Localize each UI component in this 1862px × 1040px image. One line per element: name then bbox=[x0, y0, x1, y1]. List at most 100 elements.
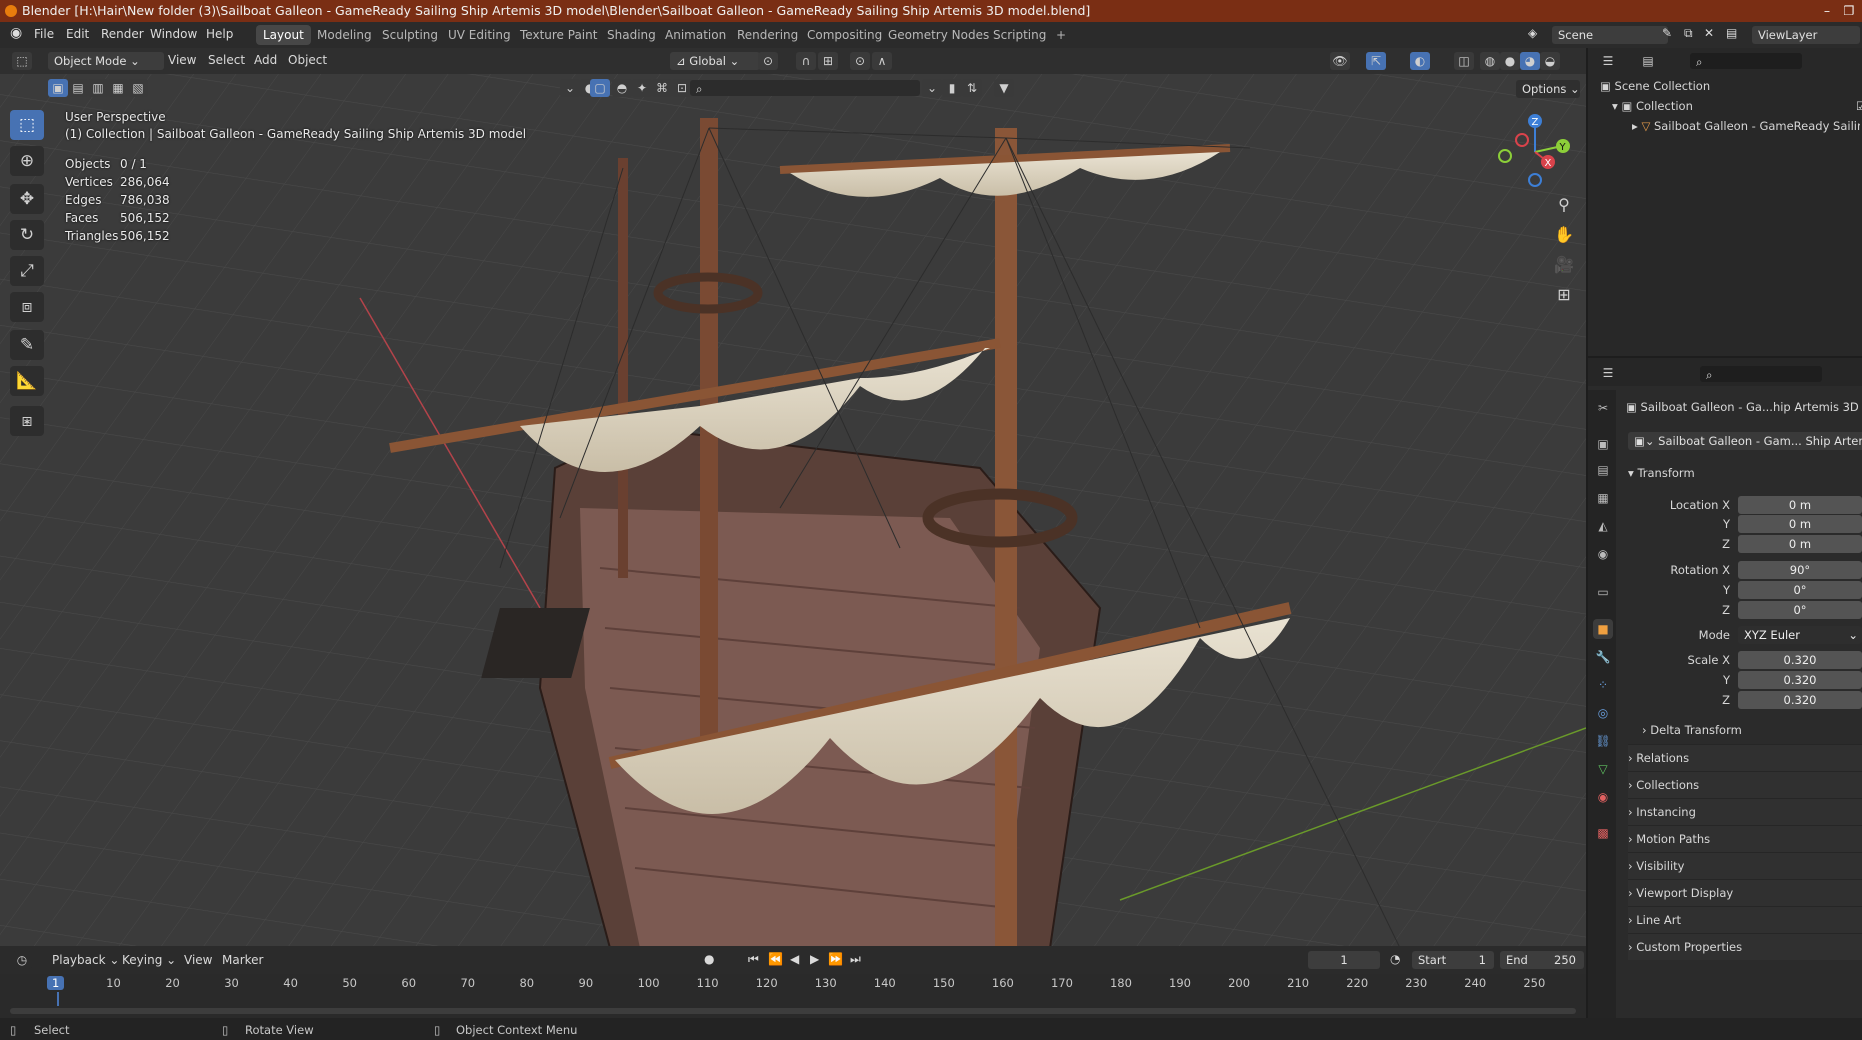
scale-x-field[interactable]: 0.320 bbox=[1738, 651, 1862, 669]
object-tab-icon[interactable]: ■ bbox=[1593, 619, 1613, 639]
select-mode-extend-icon[interactable]: ▤ bbox=[68, 79, 88, 97]
end-frame-field[interactable]: End 250 bbox=[1500, 951, 1584, 969]
blender-menu-icon[interactable]: ◉ bbox=[10, 25, 22, 41]
relations-section[interactable]: › Relations bbox=[1628, 744, 1862, 771]
data-tab-icon[interactable]: ▽ bbox=[1593, 759, 1613, 779]
material-shading-icon[interactable]: ◕ bbox=[1520, 52, 1540, 70]
view-layer-field[interactable]: ViewLayer bbox=[1752, 26, 1860, 44]
scene-field[interactable]: Scene bbox=[1552, 26, 1668, 44]
jump-end-icon[interactable]: ⏭ bbox=[850, 952, 861, 967]
jump-start-icon[interactable]: ⏮ bbox=[748, 952, 759, 967]
properties-search-input[interactable]: ⌕ bbox=[1700, 366, 1822, 382]
collection-tab-icon[interactable]: ▭ bbox=[1593, 582, 1613, 602]
xray-icon[interactable]: ◫ bbox=[1454, 52, 1474, 70]
outliner-row-object[interactable]: ▸ ▽ Sailboat Galleon - GameReady Sailin bbox=[1632, 116, 1860, 136]
menu-view[interactable]: View bbox=[168, 53, 196, 67]
menu-window[interactable]: Window bbox=[150, 27, 197, 41]
add-cube-tool-icon[interactable]: ⧆ bbox=[10, 406, 44, 436]
annotate-tool-icon[interactable]: ✎ bbox=[10, 330, 44, 360]
menu-timeline-view[interactable]: View bbox=[184, 953, 212, 967]
expand-chevron-icon[interactable]: ▸ bbox=[1632, 119, 1638, 133]
scale-tool-icon[interactable]: ⤢ bbox=[10, 256, 44, 286]
menu-marker[interactable]: Marker bbox=[222, 953, 263, 967]
modifier-tab-icon[interactable]: 🔧 bbox=[1593, 647, 1613, 667]
menu-help[interactable]: Help bbox=[206, 27, 233, 41]
scale-y-field[interactable]: 0.320 bbox=[1738, 671, 1862, 689]
start-frame-field[interactable]: Start 1 bbox=[1412, 951, 1494, 969]
3d-viewport[interactable] bbox=[0, 48, 1586, 946]
add-workspace-button[interactable]: + bbox=[1049, 25, 1073, 45]
select-mode-subtract-icon[interactable]: ▥ bbox=[88, 79, 108, 97]
tool-tab-icon[interactable]: ✂ bbox=[1593, 398, 1613, 418]
delta-transform-section[interactable]: › Delta Transform bbox=[1642, 717, 1862, 743]
output-tab-icon[interactable]: ▤ bbox=[1593, 460, 1613, 480]
menu-select[interactable]: Select bbox=[208, 53, 245, 67]
outliner-row-collection[interactable]: ▾ ▣ Collection bbox=[1612, 96, 1862, 116]
custom-properties-section[interactable]: › Custom Properties bbox=[1628, 933, 1862, 960]
falloff-icon[interactable]: ∧ bbox=[872, 52, 892, 70]
minimize-icon[interactable]: – bbox=[1818, 0, 1836, 22]
select-mode-intersect-icon[interactable]: ▧ bbox=[128, 79, 148, 97]
editor-type-icon[interactable]: ⬚ bbox=[12, 52, 32, 70]
timeline-current-frame-marker[interactable]: 1 bbox=[47, 976, 65, 990]
select-mode-invert-icon[interactable]: ▦ bbox=[108, 79, 128, 97]
mode-dropdown[interactable]: Object Mode ⌄ bbox=[48, 52, 164, 70]
tab-shading[interactable]: Shading bbox=[600, 25, 663, 45]
maximize-icon[interactable]: ❐ bbox=[1840, 0, 1858, 22]
object-type-curve-icon[interactable]: ◓ bbox=[612, 79, 632, 97]
menu-keying[interactable]: Keying ⌄ bbox=[122, 953, 176, 967]
material-tab-icon[interactable]: ◉ bbox=[1593, 787, 1613, 807]
overlay-toggle-icon[interactable]: ◐ bbox=[1410, 52, 1430, 70]
properties-editor-icon[interactable]: ☰ bbox=[1598, 364, 1618, 382]
timeline-editor-icon[interactable]: ◷ bbox=[12, 951, 32, 969]
transform-section-header[interactable]: ▾ Transform bbox=[1628, 460, 1862, 486]
delete-scene-icon[interactable]: ✕ bbox=[1704, 26, 1714, 40]
wireframe-shading-icon[interactable]: ◍ bbox=[1480, 52, 1500, 70]
proportional-edit-icon[interactable]: ⊙ bbox=[850, 52, 870, 70]
physics-tab-icon[interactable]: ◎ bbox=[1593, 703, 1613, 723]
location-z-field[interactable]: 0 m bbox=[1738, 535, 1862, 553]
options-dropdown[interactable]: Options ⌄ bbox=[1516, 80, 1580, 98]
object-type-light-icon[interactable]: ✦ bbox=[632, 79, 652, 97]
menu-object[interactable]: Object bbox=[288, 53, 327, 67]
camera-view-icon[interactable]: 🎥 bbox=[1551, 252, 1577, 278]
ortho-grid-icon[interactable]: ⊞ bbox=[1551, 282, 1577, 308]
gizmo-neg-y-axis[interactable] bbox=[1498, 149, 1512, 163]
menu-edit[interactable]: Edit bbox=[66, 27, 89, 41]
orientation-dropdown[interactable]: ⊿ Global ⌄ bbox=[670, 52, 760, 70]
solid-shading-icon[interactable]: ● bbox=[1500, 52, 1520, 70]
object-name-field[interactable]: ▣⌄ Sailboat Galleon - Gam... Ship Artemi… bbox=[1628, 432, 1862, 450]
rendered-shading-icon[interactable]: ◒ bbox=[1540, 52, 1560, 70]
outliner-search-input[interactable]: ⌕ bbox=[1690, 53, 1802, 69]
tab-scripting[interactable]: Scripting bbox=[986, 25, 1053, 45]
measure-tool-icon[interactable]: 📐 bbox=[10, 366, 44, 396]
record-icon[interactable]: ● bbox=[704, 952, 714, 966]
zoom-icon[interactable]: ⚲ bbox=[1551, 192, 1577, 218]
sort-icon[interactable]: ⇅ bbox=[962, 79, 982, 97]
visibility-icon[interactable]: 👁 bbox=[1330, 52, 1350, 70]
gizmo-neg-x-axis[interactable] bbox=[1515, 133, 1529, 147]
constraints-tab-icon[interactable]: ⛓ bbox=[1593, 731, 1613, 751]
filter-toggle-icon[interactable]: ⌄ bbox=[922, 79, 942, 97]
transform-tool-icon[interactable]: ⧈ bbox=[10, 292, 44, 322]
outliner-row-scene-collection[interactable]: ▣ Scene Collection bbox=[1600, 76, 1862, 96]
world-tab-icon[interactable]: ◉ bbox=[1593, 544, 1613, 564]
rotation-z-field[interactable]: 0° bbox=[1738, 601, 1862, 619]
texture-tab-icon[interactable]: ▩ bbox=[1593, 823, 1613, 843]
tab-texture-paint[interactable]: Texture Paint bbox=[513, 25, 604, 45]
menu-file[interactable]: File bbox=[34, 27, 54, 41]
tab-rendering[interactable]: Rendering bbox=[730, 25, 805, 45]
timeline-scrollbar[interactable] bbox=[10, 1008, 1576, 1014]
filter-collection-icon[interactable]: ⌄ bbox=[560, 79, 580, 97]
new-scene-icon[interactable]: ⧉ bbox=[1684, 26, 1693, 41]
visibility-section[interactable]: › Visibility bbox=[1628, 852, 1862, 879]
viewport-display-section[interactable]: › Viewport Display bbox=[1628, 879, 1862, 906]
location-x-field[interactable]: 0 m bbox=[1738, 496, 1862, 514]
tab-compositing[interactable]: Compositing bbox=[800, 25, 889, 45]
location-y-field[interactable]: 0 m bbox=[1738, 515, 1862, 533]
play-icon[interactable]: ▶ bbox=[810, 952, 819, 966]
collection-checkbox[interactable]: ☑ bbox=[1856, 96, 1862, 116]
tab-animation[interactable]: Animation bbox=[658, 25, 733, 45]
tab-uv-editing[interactable]: UV Editing bbox=[441, 25, 518, 45]
gizmo-neg-z-axis[interactable] bbox=[1528, 173, 1542, 187]
